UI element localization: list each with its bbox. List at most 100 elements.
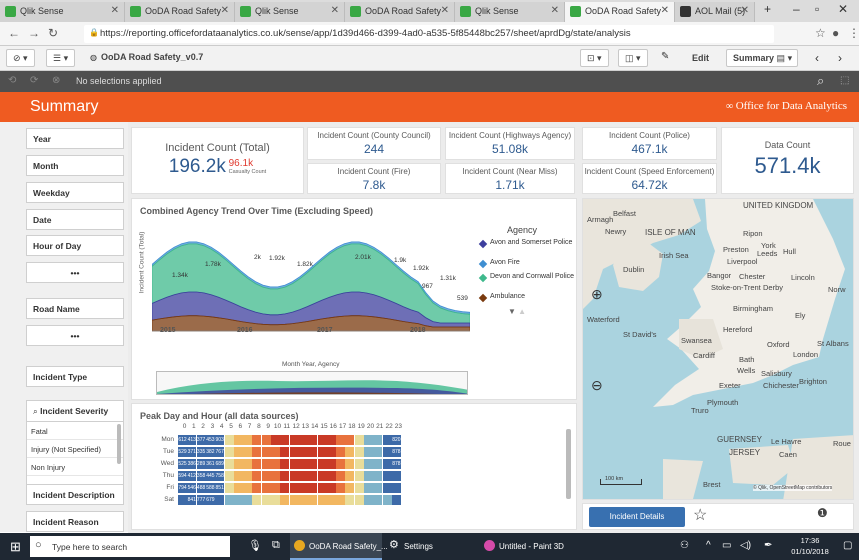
heatmap-cell[interactable] — [252, 447, 262, 457]
legend-scroll-arrows[interactable]: ▼ ▲ — [480, 307, 575, 319]
heatmap-cell[interactable]: 777 — [196, 495, 206, 505]
kpi-data-count[interactable]: Data Count 571.4k — [721, 127, 854, 194]
scrollbar[interactable] — [117, 424, 121, 464]
heatmap-cell[interactable] — [298, 435, 308, 445]
heatmap-cell[interactable] — [336, 447, 346, 457]
heatmap-cell[interactable] — [280, 495, 290, 505]
heatmap-cell[interactable]: 386 — [187, 459, 197, 469]
heatmap-cell[interactable] — [271, 459, 280, 469]
heatmap-cell[interactable] — [317, 459, 327, 469]
heatmap-cell[interactable] — [271, 495, 280, 505]
heatmap-cell[interactable]: 488 — [196, 483, 206, 493]
heatmap-cell[interactable] — [271, 447, 280, 457]
heatmap-cell[interactable]: 361 — [205, 459, 215, 469]
pencil-icon[interactable]: ✎ — [661, 51, 669, 62]
heatmap-cell[interactable]: 820 — [391, 435, 401, 445]
heatmap-cell[interactable] — [261, 435, 271, 445]
heatmap-cell[interactable] — [233, 483, 243, 493]
filter-year[interactable]: Year — [26, 128, 124, 149]
heatmap-cell[interactable] — [326, 483, 336, 493]
heatmap-cell[interactable] — [298, 459, 308, 469]
heatmap-cell[interactable] — [382, 435, 392, 445]
legend-item[interactable]: Devon and Cornwall Police — [478, 273, 575, 293]
heatmap-cell[interactable] — [280, 459, 290, 469]
heatmap-cell[interactable] — [261, 459, 271, 469]
heatmap-cell[interactable] — [224, 459, 234, 469]
heatmap-cell[interactable] — [373, 447, 383, 457]
heatmap-cell[interactable] — [317, 471, 327, 481]
heatmap-cell[interactable] — [252, 495, 262, 505]
heatmap-cell[interactable] — [364, 447, 373, 457]
kpi-fire[interactable]: Incident Count (Fire) 7.8k — [307, 163, 441, 194]
step-forward-icon[interactable]: ⟳ — [30, 75, 38, 86]
heatmap-cell[interactable] — [233, 495, 243, 505]
task-view-icon[interactable]: ⧉ — [272, 539, 280, 552]
bookmark-button[interactable]: ⊡ ▾ — [580, 49, 609, 67]
heatmap-cell[interactable] — [298, 483, 308, 493]
heatmap-cell[interactable]: 382 — [205, 447, 215, 457]
browser-tab[interactable]: OoDA Road Safety ✕ — [345, 2, 455, 22]
heatmap-cell[interactable] — [261, 495, 271, 505]
heatmap-cell[interactable] — [224, 435, 234, 445]
heatmap-cell[interactable] — [243, 447, 253, 457]
heatmap-cell[interactable] — [373, 495, 383, 505]
heatmap-cell[interactable] — [243, 483, 253, 493]
heatmap-cell[interactable] — [364, 459, 373, 469]
heatmap-cell[interactable] — [336, 495, 346, 505]
heatmap-cell[interactable] — [354, 435, 364, 445]
filter-incident-description[interactable]: Incident Description — [26, 484, 124, 505]
legend-item[interactable]: Avon and Somerset Police — [478, 239, 575, 259]
close-icon[interactable]: ✕ — [441, 5, 449, 16]
heatmap-cell[interactable] — [308, 447, 318, 457]
kpi-incident-total[interactable]: Incident Count (Total) 196.2k 96.1k Casu… — [131, 127, 304, 194]
filter-month[interactable]: Month — [26, 155, 124, 176]
heatmap-cell[interactable]: 525 — [178, 459, 187, 469]
heatmap-cell[interactable]: 679 — [205, 495, 215, 505]
heatmap-cell[interactable] — [261, 471, 271, 481]
heatmap-cell[interactable] — [391, 471, 401, 481]
heatmap-cell[interactable] — [373, 459, 383, 469]
heatmap-cell[interactable] — [354, 495, 364, 505]
filter-incident-severity[interactable]: ⌕ Incident Severity — [26, 400, 124, 421]
heatmap-cell[interactable] — [280, 483, 290, 493]
heatmap-cell[interactable]: 371 — [187, 447, 197, 457]
kpi-near-miss[interactable]: Incident Count (Near Miss) 1.71k — [445, 163, 575, 194]
heatmap-cell[interactable] — [345, 471, 355, 481]
step-back-icon[interactable]: ⟲ — [8, 75, 16, 86]
heatmap-cell[interactable] — [224, 471, 234, 481]
heatmap-cell[interactable] — [317, 435, 327, 445]
menu-icon[interactable]: ⋮ — [848, 26, 859, 40]
heatmap-cell[interactable] — [308, 459, 318, 469]
heatmap-cell[interactable]: 588 — [205, 483, 215, 493]
heatmap-cell[interactable]: 851 — [215, 483, 225, 493]
clock-time[interactable]: 17:36 — [790, 536, 830, 545]
taskbar-app[interactable]: OoDA Road Safety_... — [290, 533, 388, 560]
volume-icon[interactable]: ◁) — [740, 540, 751, 551]
windows-start-icon[interactable]: ⊞ — [10, 539, 21, 555]
filter-incident-reason[interactable]: Incident Reason — [26, 511, 124, 532]
heatmap-cell[interactable] — [224, 495, 234, 505]
kpi-county-council[interactable]: Incident Count (County Council) 244 — [307, 127, 441, 160]
heatmap-chart[interactable]: 0 1 2 3 4 5 6 7 8 9 10 11 12 13 14 15 16 17 18 19 20 21 22 23 Mo… — [132, 404, 578, 531]
heatmap-cell[interactable] — [243, 459, 253, 469]
heatmap-cell[interactable] — [391, 483, 401, 493]
heatmap-cell[interactable]: 529 — [178, 447, 187, 457]
selections-tool-icon[interactable]: ⬚ — [840, 75, 849, 86]
taskbar-search[interactable]: ○ Type here to search — [30, 536, 230, 557]
heatmap-cell[interactable]: 453 — [205, 435, 215, 445]
url-field[interactable]: 🔒 https://reporting.officefordataanalytic… — [84, 25, 774, 43]
heatmap-cell[interactable] — [382, 459, 392, 469]
notification-icon[interactable]: ▢ — [843, 540, 852, 551]
heatmap-cell[interactable] — [317, 495, 327, 505]
previous-sheet-icon[interactable]: ‹ — [815, 51, 819, 65]
filter-more-button[interactable]: ••• — [26, 262, 124, 283]
heatmap-cell[interactable] — [289, 459, 299, 469]
browser-tab[interactable]: Qlik Sense ✕ — [235, 2, 345, 22]
heatmap-cell[interactable]: 612 — [178, 435, 187, 445]
heatmap-cell[interactable] — [336, 483, 346, 493]
heatmap-cell[interactable] — [354, 483, 364, 493]
taskbar-app[interactable]: Untitled - Paint 3D — [480, 533, 590, 560]
heatmap-cell[interactable] — [289, 483, 299, 493]
heatmap-cell[interactable] — [336, 435, 346, 445]
heatmap-cell[interactable] — [326, 495, 336, 505]
